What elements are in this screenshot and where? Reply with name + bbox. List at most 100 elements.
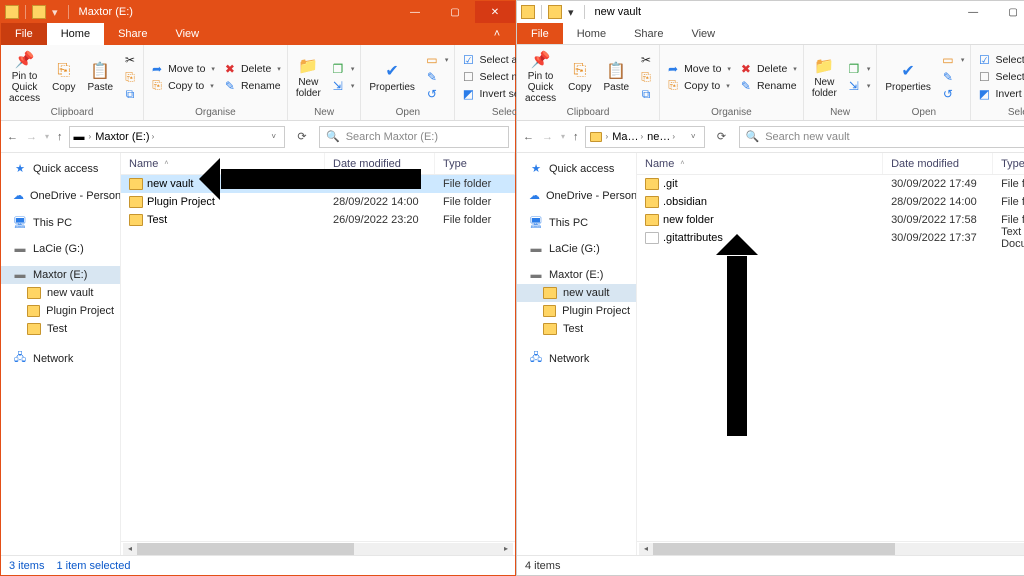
sidebar-item-this-pc[interactable]: 🖥This PC — [517, 213, 636, 232]
breadcrumb[interactable]: › Ma… › ne… › ˅ — [585, 126, 705, 148]
new-folder-button[interactable]: 📁New folder — [808, 49, 841, 105]
recent-locations-button[interactable]: ▾ — [45, 132, 49, 141]
refresh-button[interactable]: ⟳ — [711, 126, 733, 148]
minimize-button[interactable]: — — [395, 1, 435, 23]
cut-button[interactable]: ✂ — [637, 52, 655, 68]
select-all-button[interactable]: ☑Select all — [975, 52, 1024, 68]
pin-to-quick-access-button[interactable]: 📌Pin to Quick access — [521, 49, 560, 105]
sidebar-item-onedrive[interactable]: ☁OneDrive - Personal — [1, 186, 120, 205]
invert-selection-button[interactable]: ◩Invert selection — [975, 86, 1024, 102]
paste-button[interactable]: 📋Paste — [599, 49, 633, 105]
horizontal-scrollbar[interactable]: ◂ ▸ — [121, 541, 515, 555]
file-list[interactable]: .git 30/09/2022 17:49 File folder .obsid… — [637, 175, 1024, 541]
scroll-left-button[interactable]: ◂ — [639, 543, 653, 555]
rename-button[interactable]: ✎Rename — [221, 78, 283, 94]
rename-button[interactable]: ✎Rename — [737, 78, 799, 94]
new-folder-button[interactable]: 📁New folder — [292, 49, 325, 105]
tab-share[interactable]: Share — [620, 23, 677, 44]
tab-share[interactable]: Share — [104, 23, 161, 45]
copy-to-button[interactable]: ⎘Copy to▾ — [148, 78, 217, 94]
maximize-button[interactable]: ▢ — [993, 1, 1024, 23]
paste-shortcut-button[interactable]: ⧉ — [121, 86, 139, 102]
sidebar-item-test[interactable]: Test — [517, 320, 636, 338]
back-button[interactable]: ← — [7, 131, 18, 143]
move-to-button[interactable]: ➦Move to▾ — [664, 61, 733, 77]
refresh-button[interactable]: ⟳ — [291, 126, 313, 148]
copy-button[interactable]: ⎘Copy — [48, 49, 79, 105]
pin-to-quick-access-button[interactable]: 📌Pin to Quick access — [5, 49, 44, 105]
ribbon-collapse-button[interactable]: ˄ — [479, 23, 515, 45]
navigation-pane[interactable]: ★Quick access ☁OneDrive - Personal 🖥This… — [1, 153, 121, 555]
file-row[interactable]: Test 26/09/2022 23:20 File folder — [121, 211, 515, 229]
chevron-down-icon[interactable]: ▾ — [568, 6, 574, 19]
tab-file[interactable]: File — [517, 23, 563, 44]
copy-to-button[interactable]: ⎘Copy to▾ — [664, 78, 733, 94]
chevron-down-icon[interactable]: ˅ — [267, 132, 280, 141]
scrollbar-thumb[interactable] — [137, 543, 354, 555]
tab-file[interactable]: File — [1, 23, 47, 45]
paste-shortcut-button[interactable]: ⧉ — [637, 86, 655, 102]
paste-button[interactable]: 📋Paste — [83, 49, 117, 105]
chevron-down-icon[interactable]: ▾ — [52, 6, 58, 19]
search-input[interactable]: 🔍Search Maxtor (E:) — [319, 126, 509, 148]
history-button[interactable]: ↺ — [939, 86, 967, 102]
sidebar-item-maxtor[interactable]: ▬Maxtor (E:) — [1, 266, 120, 284]
sidebar-item-network[interactable]: 🖧Network — [517, 346, 636, 371]
tab-view[interactable]: View — [161, 23, 213, 45]
search-input[interactable]: 🔍Search new vault — [739, 126, 1024, 148]
edit-button[interactable]: ✎ — [939, 69, 967, 85]
file-row[interactable]: .gitattributes 30/09/2022 17:37 Text Doc… — [637, 229, 1024, 247]
sidebar-item-maxtor[interactable]: ▬Maxtor (E:) — [517, 266, 636, 284]
open-button[interactable]: ▭▾ — [939, 52, 967, 68]
sidebar-item-test[interactable]: Test — [1, 320, 120, 338]
sidebar-item-new-vault[interactable]: new vault — [1, 284, 120, 302]
up-button[interactable]: ↑ — [573, 131, 579, 143]
sidebar-item-new-vault[interactable]: new vault — [517, 284, 636, 302]
tab-home[interactable]: Home — [47, 23, 104, 45]
close-button[interactable]: ✕ — [475, 1, 515, 23]
column-headers[interactable]: Name˄ Date modified Type — [637, 153, 1024, 175]
sidebar-item-plugin-project[interactable]: Plugin Project — [1, 302, 120, 320]
delete-button[interactable]: ✖Delete▾ — [737, 61, 799, 77]
maximize-button[interactable]: ▢ — [435, 1, 475, 23]
sidebar-item-lacie[interactable]: ▬LaCie (G:) — [1, 240, 120, 258]
copy-path-button[interactable]: ⎘ — [121, 69, 139, 85]
titlebar[interactable]: ▾ new vault — ▢ ✕ — [517, 1, 1024, 23]
new-item-button[interactable]: ❐▾ — [329, 61, 357, 77]
forward-button[interactable]: → — [26, 131, 37, 143]
file-row[interactable]: .obsidian 28/09/2022 14:00 File folder — [637, 193, 1024, 211]
easy-access-button[interactable]: ⇲▾ — [329, 78, 357, 94]
column-date[interactable]: Date modified — [883, 153, 993, 174]
navigation-pane[interactable]: ★Quick access ☁OneDrive - Personal 🖥This… — [517, 153, 637, 555]
move-to-button[interactable]: ➦Move to▾ — [148, 61, 217, 77]
file-row[interactable]: .git 30/09/2022 17:49 File folder — [637, 175, 1024, 193]
sidebar-item-quick-access[interactable]: ★Quick access — [1, 159, 120, 178]
easy-access-button[interactable]: ⇲▾ — [845, 78, 873, 94]
column-type[interactable]: Type — [993, 153, 1024, 174]
column-type[interactable]: Type — [435, 153, 515, 174]
up-button[interactable]: ↑ — [57, 131, 63, 143]
delete-button[interactable]: ✖Delete▾ — [221, 61, 283, 77]
scrollbar-thumb[interactable] — [653, 543, 895, 555]
titlebar[interactable]: ▾ Maxtor (E:) — ▢ ✕ — [1, 1, 515, 23]
copy-button[interactable]: ⎘Copy — [564, 49, 595, 105]
cut-button[interactable]: ✂ — [121, 52, 139, 68]
scroll-left-button[interactable]: ◂ — [123, 543, 137, 555]
file-row[interactable]: Plugin Project 28/09/2022 14:00 File fol… — [121, 193, 515, 211]
edit-button[interactable]: ✎ — [423, 69, 451, 85]
properties-button[interactable]: ✔Properties — [881, 49, 935, 105]
column-name[interactable]: Name˄ — [637, 153, 883, 174]
open-button[interactable]: ▭▾ — [423, 52, 451, 68]
scroll-right-button[interactable]: ▸ — [499, 543, 513, 555]
back-button[interactable]: ← — [523, 131, 534, 143]
sidebar-item-quick-access[interactable]: ★Quick access — [517, 159, 636, 178]
file-list[interactable]: new vault File folder Plugin Project 28/… — [121, 175, 515, 541]
history-button[interactable]: ↺ — [423, 86, 451, 102]
sidebar-item-plugin-project[interactable]: Plugin Project — [517, 302, 636, 320]
chevron-down-icon[interactable]: ˅ — [687, 132, 700, 141]
horizontal-scrollbar[interactable]: ◂ ▸ — [637, 541, 1024, 555]
forward-button[interactable]: → — [542, 131, 553, 143]
select-none-button[interactable]: ☐Select none — [975, 69, 1024, 85]
copy-path-button[interactable]: ⎘ — [637, 69, 655, 85]
properties-button[interactable]: ✔Properties — [365, 49, 419, 105]
